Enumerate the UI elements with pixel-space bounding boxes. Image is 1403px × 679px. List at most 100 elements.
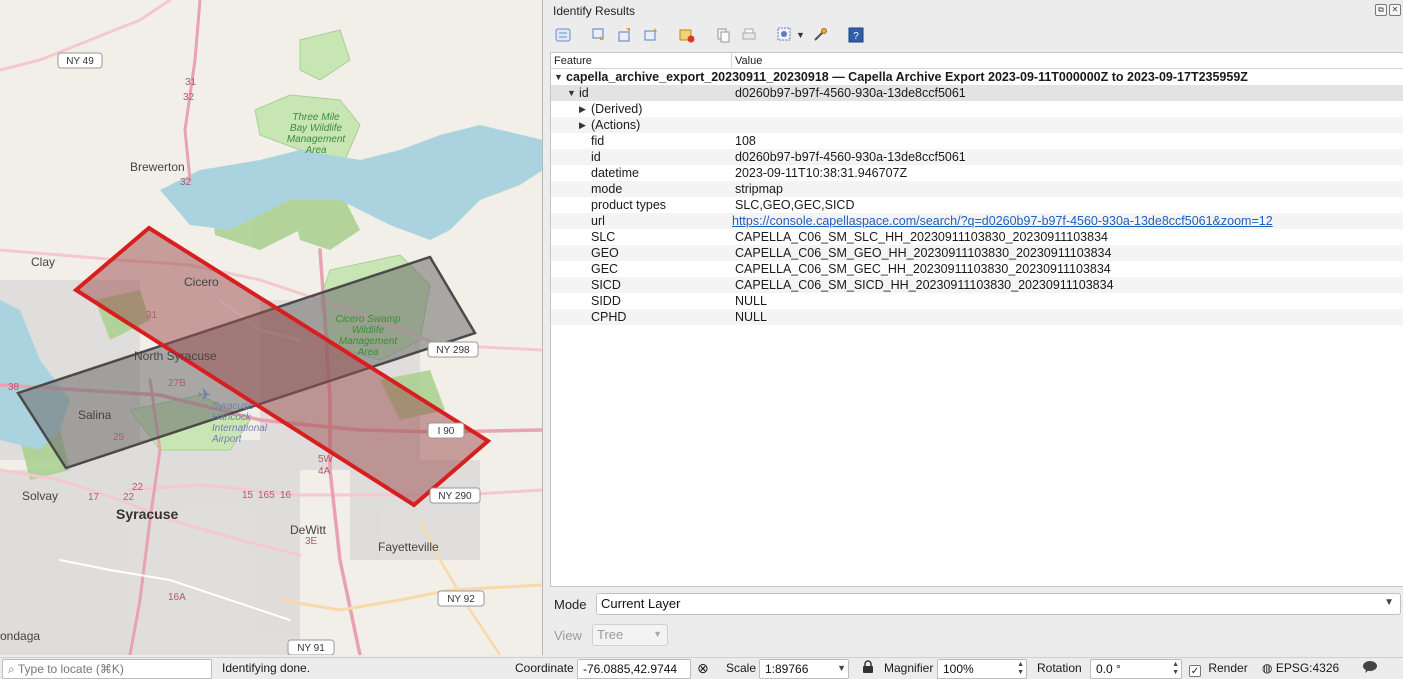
attribute-row[interactable]: SIDD NULL [551, 293, 1403, 309]
expand-new-icon[interactable] [640, 24, 662, 46]
magnifier-field[interactable]: 100% ▲ ▼ [937, 659, 1027, 679]
svg-text:NY 49: NY 49 [66, 56, 94, 67]
chevron-right-icon[interactable]: ▶ [579, 101, 586, 117]
attribute-value: CAPELLA_C06_SM_GEO_HH_20230911103830_202… [735, 246, 1112, 260]
svg-text:Syracuse: Syracuse [116, 506, 178, 522]
render-checkbox[interactable]: ✓ [1189, 665, 1201, 677]
feature-id-row[interactable]: ▼ id d0260b97-b97f-4560-930a-13de8ccf506… [551, 85, 1403, 101]
print-icon[interactable] [738, 24, 760, 46]
attribute-row[interactable]: GEO CAPELLA_C06_SM_GEO_HH_20230911103830_… [551, 245, 1403, 261]
derived-group-row[interactable]: ▶ (Derived) [551, 101, 1403, 117]
scale-label: Scale [726, 661, 757, 675]
crs-button[interactable]: ◍ EPSG:4326 [1262, 661, 1339, 675]
lock-icon[interactable] [862, 660, 874, 677]
globe-icon: ◍ [1262, 661, 1273, 675]
exit-number: 31 [185, 77, 197, 88]
exit-number: 32 [180, 177, 192, 188]
map-canvas[interactable]: ✈ NY 49 NY 298 I 90 NY 290 NY 92 NY 91 B… [0, 0, 543, 655]
svg-text:NY 290: NY 290 [438, 491, 472, 502]
attribute-row[interactable]: fid 108 [551, 133, 1403, 149]
attribute-row[interactable]: datetime 2023-09-11T10:38:31.946707Z [551, 165, 1403, 181]
chevron-right-icon[interactable]: ▶ [579, 117, 586, 133]
clear-results-icon[interactable] [676, 24, 698, 46]
attribute-row[interactable]: GEC CAPELLA_C06_SM_GEC_HH_20230911103830_… [551, 261, 1403, 277]
attribute-row[interactable]: SLC CAPELLA_C06_SM_SLC_HH_20230911103830_… [551, 229, 1403, 245]
status-message: Identifying done. [222, 661, 311, 675]
mode-select[interactable]: Current Layer ▼ [596, 593, 1401, 615]
svg-text:Clay: Clay [31, 255, 55, 269]
results-tree[interactable]: Feature Value ▼ capella_archive_export_2… [550, 52, 1403, 587]
attribute-key: GEO [591, 246, 619, 260]
exit-number: 32 [183, 92, 195, 103]
exit-number: 4A [318, 466, 331, 477]
mode-label: Mode [554, 597, 587, 612]
expand-tree-icon[interactable] [552, 24, 574, 46]
attribute-tool-icon[interactable] [809, 24, 831, 46]
chevron-down-icon: ▼ [1384, 597, 1394, 608]
svg-text:NY 92: NY 92 [447, 594, 475, 605]
svg-text:I 90: I 90 [438, 426, 455, 437]
attribute-value: d0260b97-b97f-4560-930a-13de8ccf5061 [735, 150, 966, 164]
svg-text:ondaga: ondaga [0, 629, 40, 643]
attribute-value: NULL [735, 294, 767, 308]
select-features-icon[interactable] [774, 24, 796, 46]
spinner-icon: ▲ ▼ [1017, 661, 1024, 676]
close-panel-icon[interactable]: ✕ [1389, 4, 1401, 16]
exit-number: 15 [242, 490, 254, 501]
exit-number: 22 [123, 492, 135, 503]
copy-icon[interactable] [712, 24, 734, 46]
svg-text:Fayetteville: Fayetteville [378, 540, 439, 554]
attribute-row[interactable]: mode stripmap [551, 181, 1403, 197]
exit-number: 31 [146, 310, 158, 321]
exit-number: 38 [8, 382, 20, 393]
layer-row[interactable]: ▼ capella_archive_export_20230911_202309… [551, 69, 1403, 85]
attribute-key: SLC [591, 230, 616, 244]
render-toggle[interactable]: ✓ Render [1189, 661, 1248, 677]
attribute-key: fid [591, 134, 605, 148]
attribute-value: 108 [735, 134, 756, 148]
attribute-key: datetime [591, 166, 639, 180]
float-panel-icon[interactable]: ⧉ [1375, 4, 1387, 16]
attribute-key: CPHD [591, 310, 627, 324]
exit-number: 3E [305, 536, 318, 547]
messages-icon[interactable] [1362, 660, 1378, 677]
airport-icon: ✈ [198, 387, 211, 404]
attribute-value: stripmap [735, 182, 783, 196]
exit-number: 27B [168, 378, 186, 389]
attribute-value: CAPELLA_C06_SM_SICD_HH_20230911103830_20… [735, 278, 1114, 292]
coordinate-field[interactable]: -76.0885,42.9744 [577, 659, 691, 679]
actions-group-row[interactable]: ▶ (Actions) [551, 117, 1403, 133]
svg-text:North Syracuse: North Syracuse [134, 349, 217, 363]
chevron-down-icon[interactable]: ▼ [796, 30, 805, 40]
chevron-down-icon[interactable]: ▼ [567, 85, 576, 101]
column-value[interactable]: Value [732, 53, 765, 68]
attribute-key: GEC [591, 262, 619, 276]
exit-number: 16A [168, 592, 186, 603]
collapse-all-icon[interactable] [614, 24, 636, 46]
scale-field[interactable]: 1:89766 ▼ [759, 659, 849, 679]
chevron-down-icon: ▼ [653, 629, 662, 639]
column-feature[interactable]: Feature [551, 53, 732, 68]
attribute-value: 2023-09-11T10:38:31.946707Z [735, 166, 908, 180]
attribute-row[interactable]: id d0260b97-b97f-4560-930a-13de8ccf5061 [551, 149, 1403, 165]
exit-number: 17 [88, 492, 100, 503]
chevron-down-icon[interactable]: ▼ [554, 69, 563, 85]
attribute-row[interactable]: SICD CAPELLA_C06_SM_SICD_HH_2023091110383… [551, 277, 1403, 293]
attribute-row[interactable]: url https://console.capellaspace.com/sear… [551, 213, 1403, 229]
toggle-extents-icon[interactable]: ⊗ [697, 660, 709, 677]
rotation-label: Rotation [1037, 661, 1082, 675]
url-link[interactable]: https://console.capellaspace.com/search/… [732, 213, 1273, 229]
rotation-field[interactable]: 0.0 ° ▲ ▼ [1090, 659, 1182, 679]
identify-toolbar: ▼ ? [552, 24, 867, 46]
attribute-key: mode [591, 182, 623, 196]
exit-number: 25 [113, 432, 125, 443]
view-label: View [554, 628, 582, 643]
svg-text:Cicero: Cicero [184, 275, 219, 289]
attribute-row[interactable]: CPHD NULL [551, 309, 1403, 325]
svg-text:Brewerton: Brewerton [130, 160, 185, 174]
expand-all-icon[interactable] [588, 24, 610, 46]
attribute-key: SICD [591, 278, 621, 292]
help-icon[interactable]: ? [845, 24, 867, 46]
attribute-row[interactable]: product types SLC,GEO,GEC,SICD [551, 197, 1403, 213]
locate-search-input[interactable]: ⌕ Type to locate (⌘K) [2, 659, 212, 679]
